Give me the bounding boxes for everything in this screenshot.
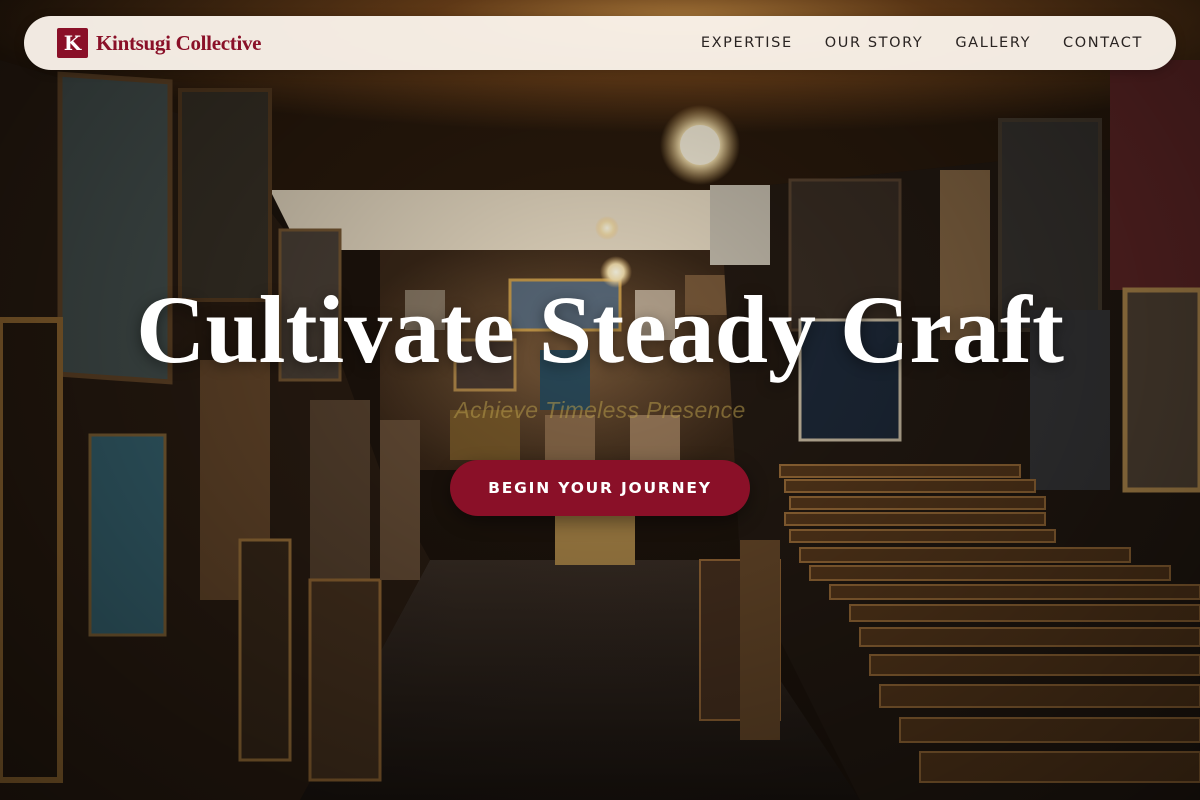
hero-title: Cultivate Steady Craft xyxy=(136,276,1064,383)
top-navbar: K Kintsugi Collective EXPERTISE OUR STOR… xyxy=(24,16,1176,70)
begin-journey-button[interactable]: BEGIN YOUR JOURNEY xyxy=(450,460,750,516)
brand-logo[interactable]: K Kintsugi Collective xyxy=(57,28,262,58)
nav-links: EXPERTISE OUR STORY GALLERY CONTACT xyxy=(701,35,1143,51)
hero-subtitle: Achieve Timeless Presence xyxy=(454,397,746,423)
nav-link-gallery[interactable]: GALLERY xyxy=(955,35,1031,51)
brand-mark-icon: K xyxy=(57,28,88,58)
brand-name: Kintsugi Collective xyxy=(96,30,262,55)
nav-link-our-story[interactable]: OUR STORY xyxy=(825,35,924,51)
nav-link-expertise[interactable]: EXPERTISE xyxy=(701,35,793,51)
nav-link-contact[interactable]: CONTACT xyxy=(1063,35,1143,51)
